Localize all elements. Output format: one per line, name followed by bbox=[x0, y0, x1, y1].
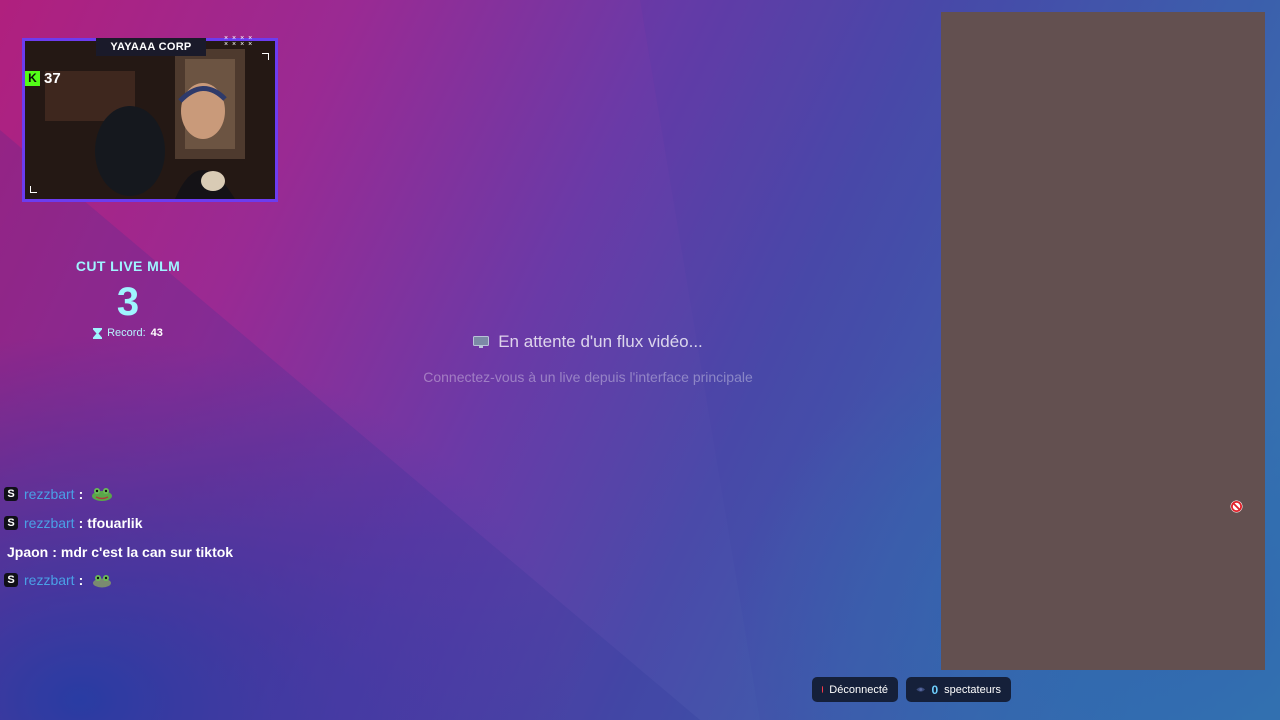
side-panel bbox=[941, 12, 1265, 670]
chat-username[interactable]: rezzbart bbox=[24, 486, 75, 502]
counter-title: CUT LIVE MLM bbox=[75, 258, 181, 274]
chat-separator: : bbox=[78, 515, 84, 532]
cut-counter: CUT LIVE MLM 3 Record: 43 bbox=[58, 258, 198, 339]
frame-corner-bottom-left bbox=[30, 186, 37, 193]
viewer-number: 0 bbox=[931, 682, 939, 697]
subscriber-badge: S bbox=[4, 487, 18, 502]
eye-icon bbox=[916, 687, 926, 692]
kick-count: 37 bbox=[44, 70, 61, 87]
counter-record: Record: 43 bbox=[58, 327, 198, 339]
chat-username[interactable]: rezzbart bbox=[24, 572, 75, 588]
subscriber-badge: S bbox=[4, 573, 18, 588]
counter-value: 3 bbox=[116, 280, 140, 324]
connection-label: Déconnecté bbox=[829, 683, 888, 696]
chat-text: tfouarlik bbox=[87, 515, 143, 532]
stream-placeholder: En attente d'un flux vidéo... Connectez-… bbox=[360, 332, 816, 385]
record-value: 43 bbox=[150, 327, 163, 339]
webcam-feed bbox=[22, 38, 278, 202]
viewer-count: 0 spectateurs bbox=[906, 677, 1011, 702]
frog-emote-icon bbox=[93, 575, 112, 588]
decorative-crosses: × × × × × × × × bbox=[224, 35, 254, 48]
frame-corner-top-right bbox=[262, 53, 269, 60]
waiting-subtitle: Connectez-vous à un live depuis l'interf… bbox=[423, 369, 753, 385]
frog-emote-icon bbox=[92, 488, 113, 502]
connection-status: Déconnecté bbox=[812, 677, 898, 702]
chat-overlay: S rezzbart : S rezzbart : tfouarlik Jpao… bbox=[4, 480, 334, 595]
waiting-title: En attente d'un flux vidéo... bbox=[498, 332, 703, 351]
chat-text: mdr c'est la can sur tiktok bbox=[60, 543, 234, 560]
webcam-scene bbox=[25, 41, 275, 199]
webcam-title: YAYAAA CORP bbox=[96, 38, 206, 56]
record-label: Record: bbox=[107, 327, 146, 339]
chat-separator: : bbox=[78, 572, 84, 589]
chat-separator: : bbox=[78, 486, 84, 503]
status-dot bbox=[822, 686, 824, 693]
chat-message: S rezzbart : tfouarlik bbox=[4, 509, 334, 538]
chat-message: S rezzbart : bbox=[4, 566, 334, 595]
kick-follower-badge: K 37 bbox=[25, 70, 61, 87]
subscriber-badge: S bbox=[4, 516, 18, 531]
chat-separator: : bbox=[52, 543, 57, 560]
chat-username[interactable]: rezzbart bbox=[24, 515, 75, 531]
chat-message: S rezzbart : bbox=[4, 480, 334, 509]
chat-username[interactable]: Jpaon bbox=[7, 544, 48, 560]
chat-message: Jpaon : mdr c'est la can sur tiktok bbox=[4, 537, 334, 566]
kick-icon: K bbox=[25, 71, 40, 86]
waiting-title-row: En attente d'un flux vidéo... bbox=[360, 332, 816, 352]
viewer-label: spectateurs bbox=[944, 683, 1001, 696]
monitor-icon bbox=[473, 336, 490, 348]
blocked-icon[interactable] bbox=[1230, 500, 1243, 513]
hourglass-icon bbox=[93, 327, 103, 339]
